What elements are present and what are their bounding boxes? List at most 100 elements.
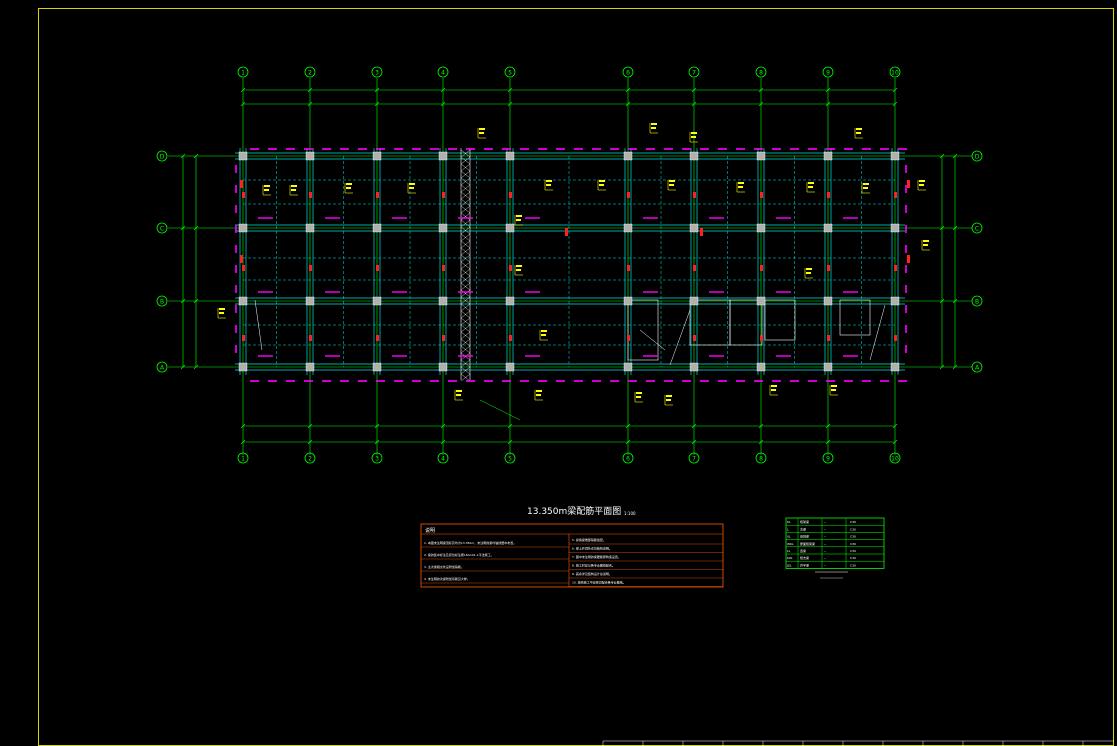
rebar-annotation	[597, 180, 606, 191]
beam-marker	[693, 192, 696, 198]
annotation-text-bar	[651, 127, 656, 129]
axis-bubble-label: 4	[441, 456, 445, 463]
cad-drawing-canvas[interactable]: 1 1 2 2 3 3 4 4 5 5 6 6 7 7 8 8 9 9 10 10 D D C C B B A A 说明 1. 本图未注明…	[0, 0, 1117, 746]
beam-marker	[894, 265, 897, 271]
legend-cell: 连梁	[800, 548, 806, 553]
axis-bubble-label: C	[975, 226, 979, 233]
annotation-text-bar	[516, 219, 521, 221]
axis-bubble-label: 6	[626, 456, 630, 463]
legend-cell: --	[824, 549, 826, 553]
axis-bubble-label: D	[975, 154, 980, 161]
axis-bubble-top-8: 8	[755, 66, 767, 78]
axis-bubble-label: 10	[891, 70, 899, 77]
rebar-annotation	[829, 385, 838, 396]
legend-cell: C30	[850, 527, 856, 531]
legend-cell: C30	[850, 556, 856, 560]
column	[438, 362, 448, 372]
annotation-text-bar	[219, 308, 225, 310]
annotation-text-bar	[456, 390, 462, 392]
beam-marker	[827, 335, 830, 341]
rebar-annotation	[769, 385, 778, 396]
leader-line	[479, 399, 521, 421]
column	[890, 362, 900, 372]
annotation-text-bar	[541, 330, 547, 332]
column	[823, 296, 833, 306]
legend-cell: LL	[787, 549, 791, 553]
annotation-text-bar	[669, 180, 675, 182]
legend-cell: --	[824, 563, 826, 567]
column	[623, 151, 633, 161]
annotation-text-bar	[546, 180, 552, 182]
rebar-annotation	[544, 180, 553, 191]
annotation-text-bar	[479, 132, 484, 134]
annotation-text-bar	[919, 180, 925, 182]
column	[238, 151, 248, 161]
beam-marker	[827, 192, 830, 198]
beam-marker	[627, 192, 630, 198]
annotation-text-bar	[291, 185, 297, 187]
axis-bubble-label: 5	[508, 70, 512, 77]
beam-marker	[509, 265, 512, 271]
axis-bubble-label: 1	[241, 456, 245, 463]
column	[756, 223, 766, 233]
axis-bubble-label: 2	[308, 70, 312, 77]
beam-marker	[700, 228, 703, 236]
room-outline	[839, 299, 871, 336]
column	[756, 151, 766, 161]
column	[890, 151, 900, 161]
axis-bubble-label: C	[160, 226, 164, 233]
rebar-annotation	[736, 182, 745, 193]
beam-marker	[442, 192, 445, 198]
axis-bubble-label: 2	[308, 456, 312, 463]
rebar-annotation	[917, 180, 926, 191]
annotation-text-bar	[856, 132, 861, 134]
beam-marker	[242, 192, 245, 198]
beam-marker	[907, 180, 910, 188]
annotation-text-bar	[346, 187, 351, 189]
column	[238, 296, 248, 306]
beam-marker	[509, 192, 512, 198]
annotation-text-bar	[691, 136, 696, 138]
beam-marker	[309, 335, 312, 341]
column	[623, 296, 633, 306]
rebar-annotation	[649, 123, 658, 134]
rebar-annotation	[407, 183, 416, 194]
annotation-text-bar	[264, 189, 269, 191]
column	[305, 151, 315, 161]
column	[372, 223, 382, 233]
axis-bubble-label: 7	[692, 70, 696, 77]
annotation-text-bar	[546, 184, 551, 186]
column	[756, 296, 766, 306]
column	[505, 296, 515, 306]
column	[505, 151, 515, 161]
axis-bubble-top-7: 7	[688, 66, 700, 78]
column	[372, 296, 382, 306]
rebar-annotation	[539, 330, 548, 341]
annotation-text-bar	[456, 394, 461, 396]
annotation-text-bar	[219, 312, 224, 314]
annotation-text-bar	[516, 269, 521, 271]
column	[305, 296, 315, 306]
notes-right-row: 5. 悬挑梁端部箍筋加密。	[572, 537, 606, 542]
annotation-text-bar	[738, 182, 744, 184]
beam-marker	[242, 335, 245, 341]
diagonal-line	[869, 304, 886, 361]
axis-bubble-label: 8	[759, 70, 763, 77]
axis-bubble-label: 1	[241, 70, 245, 77]
annotation-layer	[217, 123, 930, 406]
rebar-annotation	[289, 185, 298, 196]
axis-bubble-label: B	[975, 299, 979, 306]
rebar-annotation	[514, 215, 523, 226]
beam-marker	[760, 192, 763, 198]
rebar-annotation	[534, 390, 543, 401]
legend-cell: 井字梁	[800, 562, 809, 567]
legend-cell: --	[824, 542, 826, 546]
notes-table: 说明 1. 本图未注明梁顶标高均为13.350m，未注明的梁均轴线居中布置。 2. …	[420, 523, 724, 588]
beam-marker	[565, 228, 568, 236]
drawing-title: 13.350m梁配筋平面图	[527, 507, 622, 517]
legend-cell: C30	[850, 549, 856, 553]
notes-table-header: 说明	[425, 527, 435, 534]
axis-bubble-label: 8	[759, 456, 763, 463]
column	[305, 362, 315, 372]
annotation-text-bar	[346, 183, 352, 185]
